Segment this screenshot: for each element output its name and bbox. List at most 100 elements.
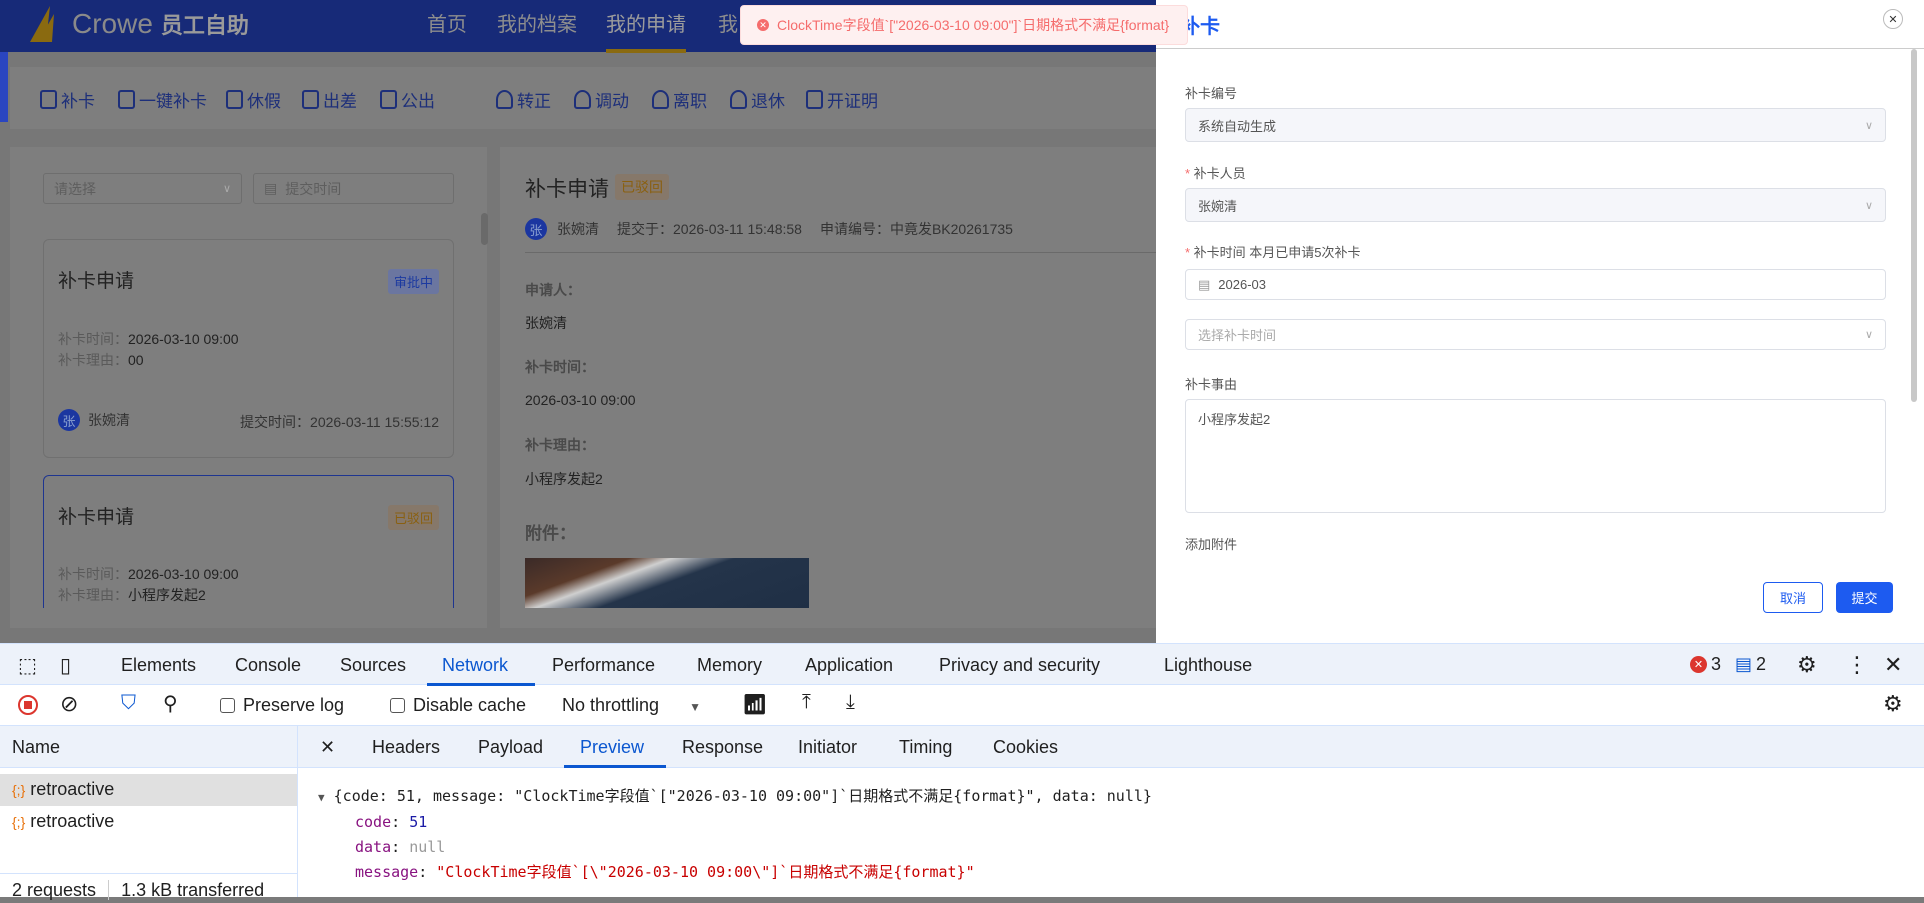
application-card-selected[interactable]: 补卡申请 已驳回 补卡时间：2026-03-10 09:00 补卡理由：小程序发…: [43, 475, 454, 608]
submit-time: 提交时间：2026-03-11 15:55:12: [240, 414, 439, 430]
tab-response[interactable]: Response: [682, 737, 763, 758]
error-toast: ✕ ClockTime字段值`["2026-03-10 09:00"]`日期格式不…: [740, 5, 1188, 45]
drawer-scrollbar[interactable]: [1911, 49, 1917, 402]
network-summary: 2 requests 1.3 kB transferred: [0, 873, 297, 903]
tool-retro-clock[interactable]: 补卡: [40, 87, 95, 112]
message-count[interactable]: ▤ 2: [1735, 654, 1766, 675]
request-row[interactable]: {;} retroactive: [0, 806, 297, 838]
tab-elements[interactable]: Elements: [121, 655, 196, 676]
tab-preview[interactable]: Preview: [580, 737, 644, 758]
tab-initiator[interactable]: Initiator: [798, 737, 857, 758]
tool-leave[interactable]: 休假: [226, 87, 281, 112]
reason-textarea[interactable]: 小程序发起2: [1185, 399, 1886, 513]
preserve-log-checkbox[interactable]: Preserve log: [220, 695, 344, 716]
device-toolbar-icon[interactable]: ▯: [60, 653, 71, 678]
status-select[interactable]: 请选择 ∨: [43, 173, 242, 204]
nav-profile[interactable]: 我的档案: [497, 8, 577, 37]
brand-sub: 员工自助: [160, 13, 249, 38]
filter-icon[interactable]: ⛉: [121, 692, 136, 715]
export-har-icon[interactable]: ⤓: [846, 691, 855, 714]
nav-more[interactable]: 我: [718, 8, 738, 37]
network-settings-gear-icon[interactable]: ⚙: [1883, 691, 1903, 717]
number-label: 补卡编号: [1185, 86, 1238, 101]
devtools-panel: ⬚ ▯ Elements Console Sources Network Per…: [0, 643, 1924, 900]
tool-one-click-retro[interactable]: 一键补卡: [118, 87, 207, 112]
logo[interactable]: Crowe 员工自助: [28, 4, 249, 44]
avatar: 张: [525, 218, 547, 240]
tab-headers[interactable]: Headers: [372, 737, 440, 758]
search-icon[interactable]: ⚲: [163, 691, 178, 716]
tool-retirement[interactable]: 退休: [730, 87, 785, 112]
nav-my-applications[interactable]: 我的申请: [606, 8, 686, 37]
close-icon[interactable]: ✕: [1883, 9, 1903, 29]
tab-application[interactable]: Application: [805, 655, 893, 676]
briefcase-icon: [380, 90, 397, 109]
name-column-header[interactable]: Name: [0, 726, 298, 768]
nav-home[interactable]: 首页: [427, 8, 467, 37]
tab-privacy-security[interactable]: Privacy and security: [939, 655, 1100, 676]
disable-cache-checkbox[interactable]: Disable cache: [390, 695, 526, 716]
tab-performance[interactable]: Performance: [552, 655, 655, 676]
reason-label: 补卡理由：: [525, 437, 595, 453]
tool-resignation[interactable]: 离职: [652, 87, 707, 112]
tab-memory[interactable]: Memory: [697, 655, 762, 676]
settings-gear-icon[interactable]: ⚙: [1797, 652, 1817, 678]
user-check-icon: [496, 90, 513, 109]
tab-cookies[interactable]: Cookies: [993, 737, 1058, 758]
calendar-icon: ▤: [1198, 276, 1211, 292]
json-file-icon: {;}: [12, 814, 26, 830]
calendar-check-icon: [118, 90, 135, 109]
tab-network[interactable]: Network: [442, 655, 508, 676]
calendar-icon: [226, 90, 243, 109]
tab-payload[interactable]: Payload: [478, 737, 543, 758]
submit-button[interactable]: 提交: [1836, 582, 1893, 613]
close-devtools-icon[interactable]: ✕: [1884, 652, 1902, 678]
throttling-select[interactable]: No throttling ▼: [562, 695, 701, 716]
error-circle-icon: ✕: [757, 19, 769, 31]
request-row-selected[interactable]: {;} retroactive: [0, 774, 297, 806]
month-picker[interactable]: ▤ 2026-03: [1185, 269, 1886, 300]
list-scrollbar[interactable]: [481, 213, 488, 245]
page-background: Crowe 员工自助 首页 我的档案 我的申请 我 补卡 一键补卡 休假 出差 公…: [0, 0, 1156, 643]
attachment-label: 附件：: [525, 524, 576, 543]
devtools-tab-bar: ⬚ ▯ Elements Console Sources Network Per…: [0, 643, 1924, 686]
tool-official-out[interactable]: 公出: [380, 87, 435, 112]
tool-regularization[interactable]: 转正: [496, 87, 551, 112]
calendar-icon: ▤: [264, 180, 278, 196]
close-detail-icon[interactable]: ✕: [320, 737, 335, 758]
record-stop-icon[interactable]: [18, 695, 38, 715]
tool-certificate[interactable]: 开证明: [806, 87, 878, 112]
user-icon: [730, 90, 747, 109]
tab-sources[interactable]: Sources: [340, 655, 406, 676]
number-select[interactable]: 系统自动生成 ∨: [1185, 108, 1886, 142]
tool-business-trip[interactable]: 出差: [302, 87, 357, 112]
submit-time-picker[interactable]: ▤ 提交时间: [253, 173, 454, 204]
error-count[interactable]: ✕ 3: [1690, 654, 1721, 675]
calendar-check-icon: [40, 90, 57, 109]
detail-status-badge: 已驳回: [615, 174, 669, 200]
chevron-down-icon: ∨: [1864, 199, 1873, 212]
tab-timing[interactable]: Timing: [899, 737, 952, 758]
chevron-down-icon: ∨: [1864, 119, 1873, 132]
active-tab-indicator: [564, 765, 666, 768]
tab-lighthouse[interactable]: Lighthouse: [1164, 655, 1252, 676]
person-select[interactable]: 张婉清 ∨: [1185, 188, 1886, 222]
json-root-row[interactable]: ▼ {code: 51, message: "ClockTime字段值`["20…: [318, 784, 1152, 810]
import-har-icon[interactable]: ⤒: [802, 691, 811, 714]
time-value: 2026-03-10 09:00: [525, 392, 636, 408]
application-card[interactable]: 补卡申请 审批中 补卡时间：2026-03-10 09:00 补卡理由：00 张…: [43, 239, 454, 458]
status-badge: 已驳回: [387, 505, 439, 530]
retro-clock-drawer: 补卡 ✕ 补卡编号 系统自动生成 ∨ * 补卡人员 张婉清 ∨ * 补卡时间 本月已…: [1156, 0, 1924, 643]
clock-time-select[interactable]: 选择补卡时间 ∨: [1185, 319, 1886, 350]
cancel-button[interactable]: 取消: [1763, 582, 1823, 613]
detail-meta: 张张婉清 提交于：2026-03-11 15:48:58 申请编号：中竟发BK202…: [525, 218, 1013, 240]
clear-icon[interactable]: ⊘: [60, 691, 78, 717]
crowe-logo-icon: [30, 6, 54, 42]
error-icon: ✕: [1690, 656, 1707, 673]
more-options-icon[interactable]: ⋮: [1846, 652, 1868, 678]
inspect-element-icon[interactable]: ⬚: [18, 653, 37, 678]
network-conditions-icon[interactable]: 📶︎: [742, 692, 767, 717]
tool-transfer[interactable]: 调动: [574, 87, 629, 112]
tab-console[interactable]: Console: [235, 655, 301, 676]
attachment-image-thumbnail[interactable]: [525, 558, 809, 608]
